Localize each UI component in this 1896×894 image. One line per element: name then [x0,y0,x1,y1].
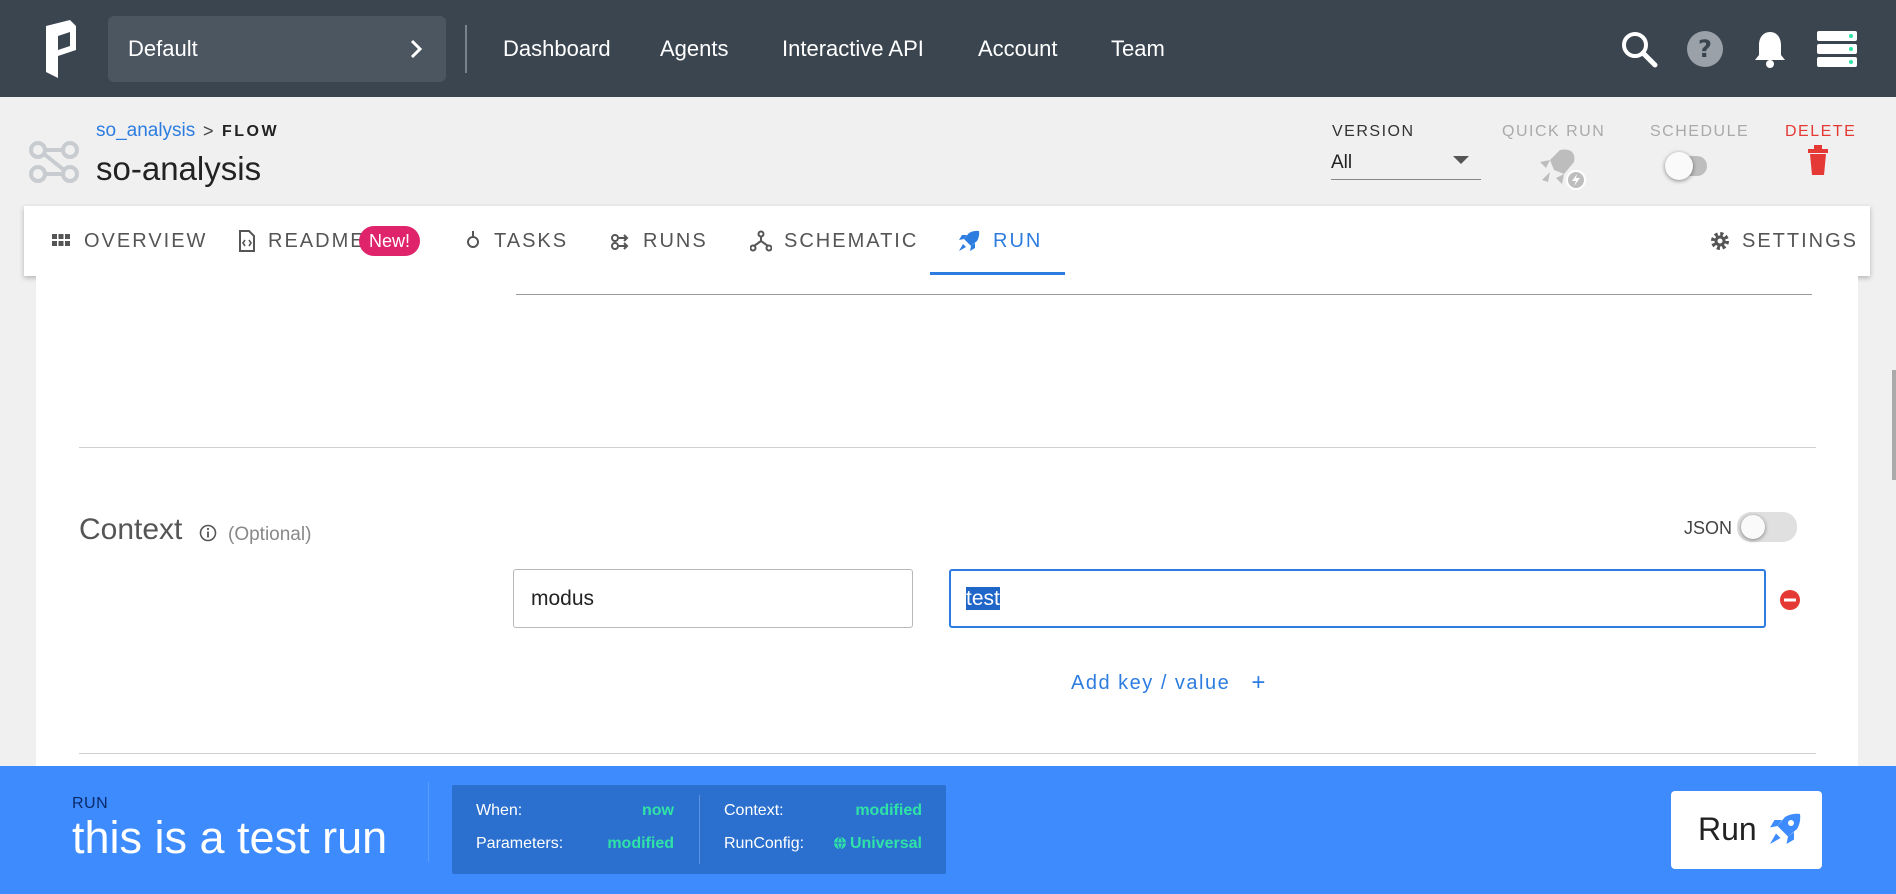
info-icon[interactable] [199,524,217,542]
quick-run-label: QUICK RUN [1502,123,1606,140]
remove-circle-icon[interactable] [1779,589,1801,611]
prefect-logo[interactable] [40,20,88,78]
file-code-icon [239,230,255,252]
summary-when-label: When: [476,802,523,819]
tab-settings[interactable]: SETTINGS [1709,206,1859,276]
task-node-icon [467,231,479,248]
tab-run[interactable]: RUN [957,206,1087,276]
trash-icon[interactable] [1806,145,1830,175]
tab-tasks[interactable]: TASKS [462,206,602,276]
summary-context-label: Context: [724,802,784,819]
team-selector[interactable]: Default [108,16,446,82]
context-value-text: test [966,587,1000,610]
context-value-input[interactable]: test [949,569,1766,628]
run-form-card [36,276,1858,766]
context-key-value: modus [531,587,595,610]
summary-runconfig-label: RunConfig: [724,835,805,852]
nav-account[interactable]: Account [978,36,1058,62]
version-label: VERSION [1332,123,1415,140]
summary-context-value: modified [855,802,922,819]
context-section-title: Context [79,513,183,546]
delete-label[interactable]: DELETE [1785,123,1856,141]
summary-runconfig-text: Universal [849,835,922,852]
run-label: RUN [72,795,109,812]
flow-tabs: OVERVIEW README New! TASKS RUNS SCHEMATI… [24,206,1870,276]
plus-icon: + [1251,669,1267,696]
version-value: All [1331,152,1353,173]
nav-team[interactable]: Team [1111,36,1165,62]
tab-runs[interactable]: RUNS [610,206,740,276]
globe-icon [833,836,846,850]
runs-icon [611,234,629,250]
version-select[interactable]: All [1331,148,1481,180]
schematic-icon [750,230,772,252]
summary-parameters-value: modified [607,835,674,852]
run-summary: When: now Parameters: modified Context: … [452,785,946,874]
active-tab-indicator [930,272,1065,275]
caret-down-icon [1453,156,1469,164]
schedule-toggle[interactable] [1663,150,1713,182]
section-divider-bottom [79,753,1816,754]
run-bar-divider [428,782,429,862]
tab-overview[interactable]: OVERVIEW [50,206,220,276]
tab-overview-label: OVERVIEW [84,230,208,252]
server-icon[interactable] [1817,31,1857,67]
new-badge: New! [359,226,421,256]
summary-when-value: now [642,802,674,819]
run-button[interactable]: Run [1671,791,1822,869]
summary-parameters-label: Parameters: [476,835,564,852]
run-button-label: Run [1698,811,1757,847]
context-key-input[interactable]: modus [513,569,913,628]
json-toggle-label: JSON [1684,518,1733,538]
bell-icon[interactable] [1753,29,1787,69]
add-key-value-button[interactable]: Add key / value + [1071,668,1267,696]
tab-tasks-label: TASKS [494,230,569,252]
parameters-input-underline [516,294,1812,295]
page-title: so-analysis [96,150,262,187]
quick-run-rocket-icon[interactable] [1530,146,1590,192]
tab-runs-label: RUNS [643,230,708,252]
summary-separator [699,795,700,864]
breadcrumb-separator: > [203,121,214,141]
grid-icon [52,234,70,246]
page-scrollbar[interactable] [1892,370,1896,480]
tab-schematic-label: SCHEMATIC [784,230,919,252]
svg-text:?: ? [1698,35,1712,63]
chevron-right-icon [410,39,423,59]
breadcrumb-type: FLOW [222,123,280,140]
nav-dashboard[interactable]: Dashboard [503,36,611,62]
gear-icon [1711,232,1729,250]
nav-agents[interactable]: Agents [660,36,729,62]
rocket-icon [1770,813,1801,844]
schedule-label: SCHEDULE [1650,123,1750,140]
help-icon[interactable]: ? [1686,30,1724,68]
top-navigation-bar: Default Dashboard Agents Interactive API… [0,0,1896,97]
json-toggle[interactable] [1737,511,1797,543]
breadcrumb-project-link[interactable]: so_analysis [96,120,195,142]
section-divider [79,447,1816,448]
tab-readme-label: README [268,230,366,252]
run-name[interactable]: this is a test run [72,812,387,864]
nav-divider [465,25,467,73]
tab-settings-label: SETTINGS [1742,230,1859,252]
nav-interactive-api[interactable]: Interactive API [782,36,924,62]
team-name: Default [128,36,198,61]
add-key-value-label: Add key / value [1071,672,1231,694]
summary-runconfig-value: Universal [833,835,922,853]
optional-label: (Optional) [228,524,312,545]
rocket-icon [959,230,980,251]
search-icon[interactable] [1620,30,1658,68]
tab-readme[interactable]: README New! [236,206,446,276]
tab-run-label: RUN [993,230,1043,252]
flow-icon [29,141,79,183]
tab-schematic[interactable]: SCHEMATIC [750,206,920,276]
